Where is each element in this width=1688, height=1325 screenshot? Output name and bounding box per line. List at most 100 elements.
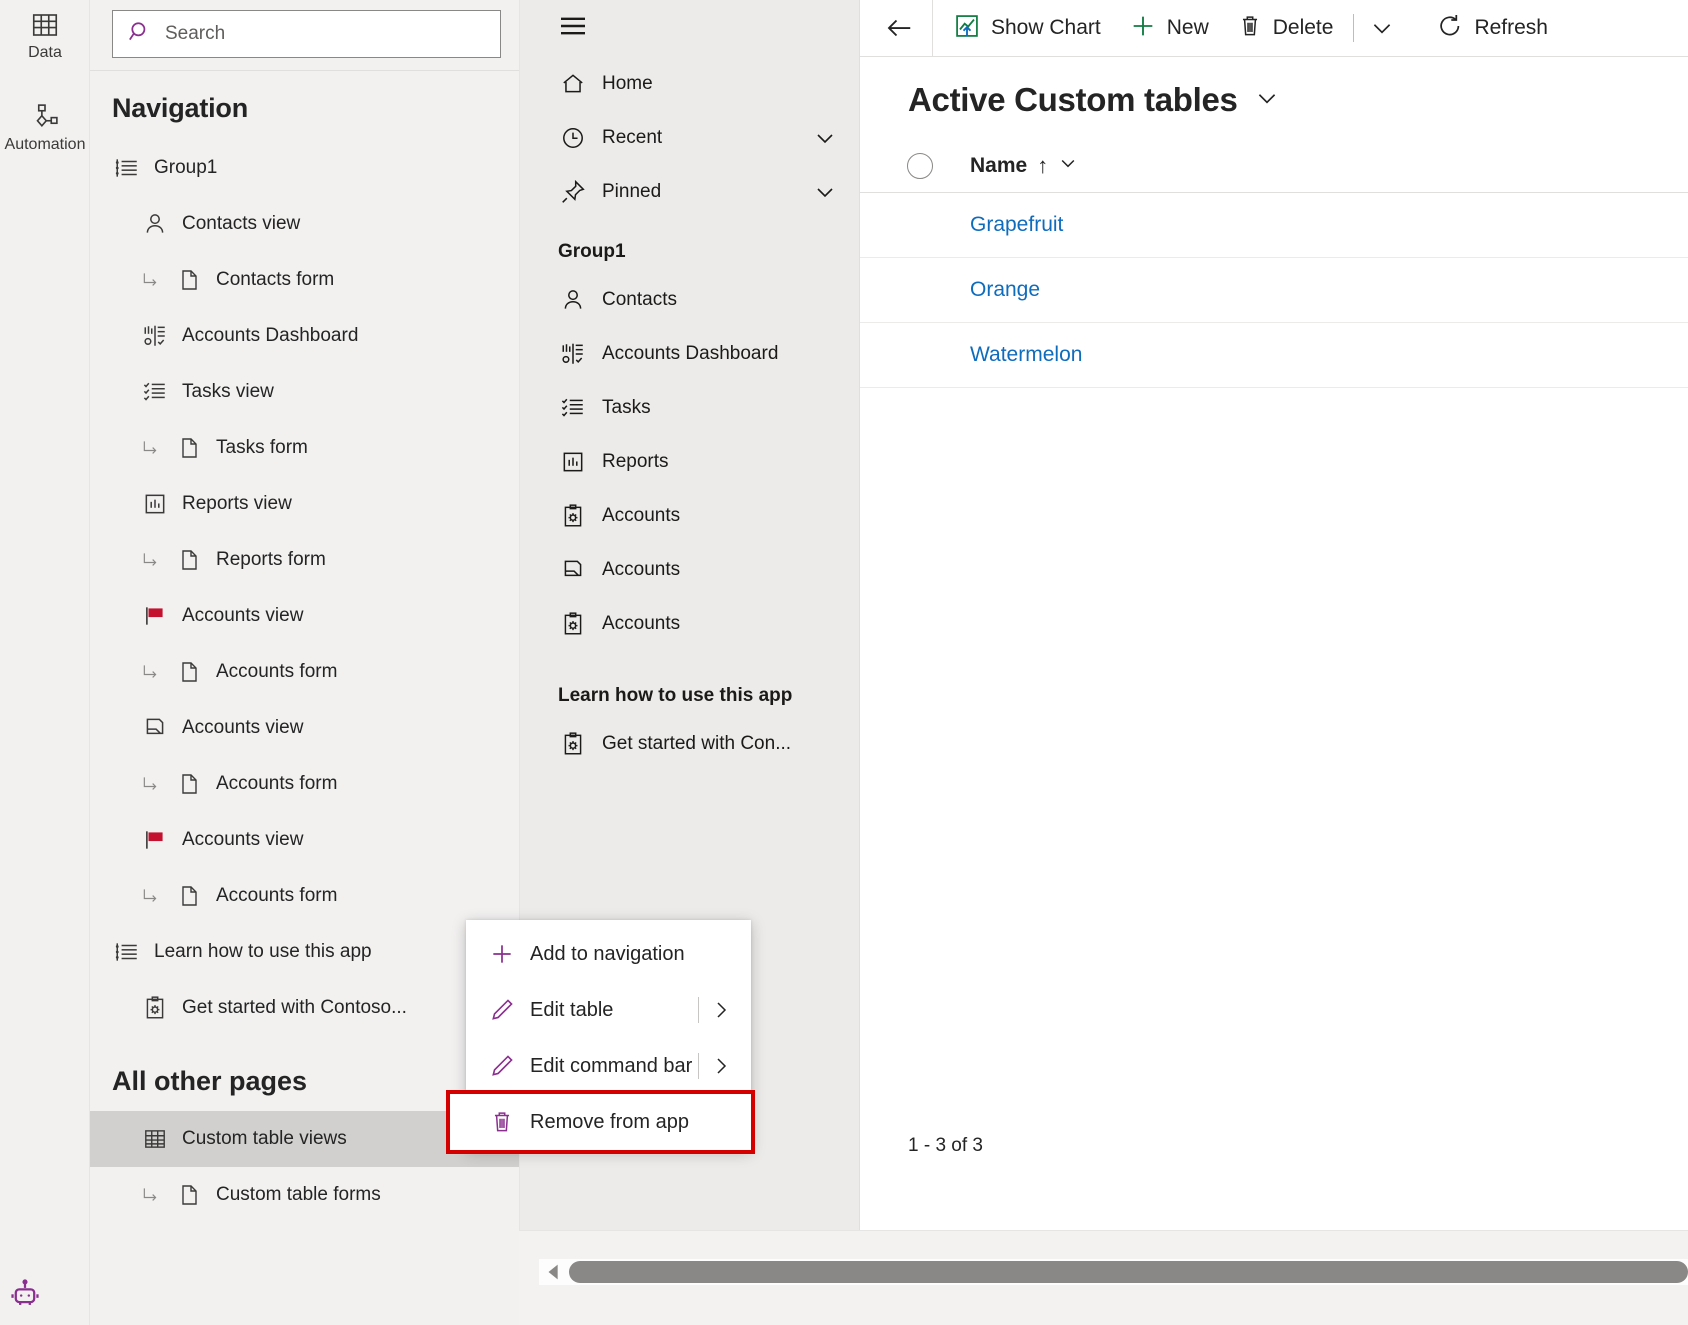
nav-item-accounts-view-1[interactable]: Accounts view (90, 588, 519, 644)
trash-icon (1237, 13, 1263, 44)
child-arrow-icon (140, 550, 162, 570)
scroll-left-arrow-icon[interactable] (539, 1259, 569, 1285)
nav-item-label: Accounts view (182, 605, 304, 626)
child-arrow-icon (140, 662, 162, 682)
chevron-down-icon[interactable] (813, 126, 837, 150)
nav-item-label: Custom table forms (216, 1184, 381, 1205)
preview-item-contacts[interactable]: Contacts (530, 273, 859, 327)
select-all-circle[interactable] (907, 152, 933, 179)
nav-item-tasks-form[interactable]: Tasks form (90, 420, 519, 476)
nav-item-contacts-view[interactable]: Contacts view (90, 196, 519, 252)
nav-item-accounts-form-2[interactable]: Accounts form (90, 756, 519, 812)
rail-item-data[interactable]: Data (0, 0, 90, 62)
context-menu-item-edit-command-bar[interactable]: Edit command bar (466, 1038, 751, 1094)
trash-icon (488, 1109, 516, 1135)
overflow-chevron-down-icon[interactable] (1360, 6, 1404, 50)
context-menu-item-edit-table[interactable]: Edit table (466, 982, 751, 1038)
red-flag-icon (140, 603, 170, 629)
nav-item-group1[interactable]: Group1 (90, 140, 519, 196)
delete-button[interactable]: Delete (1223, 6, 1348, 50)
preview-item-tasks[interactable]: Tasks (530, 381, 859, 435)
chevron-down-icon[interactable] (1254, 85, 1280, 116)
nav-item-accounts-form-3[interactable]: Accounts form (90, 868, 519, 924)
nav-item-label: Accounts form (216, 773, 338, 794)
copilot-robot-icon[interactable] (8, 1278, 42, 1317)
preview-item-label: Get started with Con... (602, 733, 792, 754)
chevron-down-icon[interactable] (1058, 153, 1078, 179)
preview-item-accounts-3[interactable]: Accounts (530, 597, 859, 651)
home-icon (558, 71, 588, 97)
back-arrow-icon[interactable] (870, 6, 928, 50)
preview-item-label: Home (602, 73, 653, 94)
record-name-link[interactable]: Grapefruit (970, 213, 1063, 237)
clipboard-gear-icon (140, 995, 170, 1021)
preview-item-recent[interactable]: Recent (530, 111, 859, 165)
submenu-divider (698, 1053, 699, 1079)
preview-item-reports[interactable]: Reports (530, 435, 859, 489)
nav-item-accounts-view-2[interactable]: Accounts view (90, 700, 519, 756)
report-chart-icon (558, 449, 588, 475)
preview-item-accounts-2[interactable]: Accounts (530, 543, 859, 597)
refresh-button[interactable]: Refresh (1422, 6, 1562, 50)
red-flag-icon (140, 827, 170, 853)
column-header-name[interactable]: Name ↑ (970, 153, 1078, 179)
new-label: New (1166, 16, 1209, 39)
chevron-right-icon[interactable] (709, 1054, 733, 1078)
nav-item-label: Accounts form (216, 661, 338, 682)
view-selector[interactable]: Active Custom tables (860, 57, 1688, 139)
horizontal-scrollbar-thumb[interactable] (569, 1261, 1688, 1283)
form-page-icon (174, 884, 204, 908)
record-name-link[interactable]: Orange (970, 278, 1040, 302)
nav-item-accounts-dashboard[interactable]: Accounts Dashboard (90, 308, 519, 364)
hamburger-icon[interactable] (530, 0, 859, 43)
preview-item-home[interactable]: Home (530, 57, 859, 111)
table-row[interactable]: Grapefruit (860, 193, 1688, 258)
nav-item-accounts-view-3[interactable]: Accounts view (90, 812, 519, 868)
search-input[interactable]: Search (112, 10, 501, 58)
show-chart-label: Show Chart (991, 16, 1101, 39)
chevron-right-icon[interactable] (709, 998, 733, 1022)
new-button[interactable]: New (1115, 6, 1223, 50)
preview-item-get-started[interactable]: Get started with Con... (530, 717, 859, 771)
app-root: Data Automation Search Navigation Group1… (0, 0, 1688, 1325)
preview-item-accounts-dashboard[interactable]: Accounts Dashboard (530, 327, 859, 381)
flow-icon (30, 102, 60, 132)
refresh-label: Refresh (1474, 16, 1548, 39)
nav-item-reports-view[interactable]: Reports view (90, 476, 519, 532)
table-row[interactable]: Orange (860, 258, 1688, 323)
show-chart-button[interactable]: Show Chart (939, 6, 1115, 50)
chevron-down-icon[interactable] (813, 180, 837, 204)
nav-item-label: Accounts form (216, 885, 338, 906)
context-menu-item-add-to-navigation[interactable]: Add to navigation (466, 926, 751, 982)
view-title: Active Custom tables (908, 81, 1238, 118)
table-row[interactable]: Watermelon (860, 323, 1688, 388)
clipboard-gear-icon (558, 503, 588, 529)
context-menu-item-remove-from-app[interactable]: Remove from app (446, 1090, 755, 1154)
nav-item-tasks-view[interactable]: Tasks view (90, 364, 519, 420)
preview-item-label: Recent (602, 127, 663, 148)
nav-item-custom-table-forms[interactable]: Custom table forms (90, 1167, 519, 1223)
context-menu-item-label: Edit command bar (530, 1054, 693, 1077)
child-arrow-icon (140, 1185, 162, 1205)
nav-item-learn-group[interactable]: Learn how to use this app (90, 924, 519, 980)
chart-icon (953, 12, 981, 45)
nav-item-label: Reports view (182, 493, 292, 514)
child-arrow-icon (140, 886, 162, 906)
preview-item-pinned[interactable]: Pinned (530, 165, 859, 219)
nav-item-contacts-form[interactable]: Contacts form (90, 252, 519, 308)
rail-item-automation[interactable]: Automation (0, 92, 90, 154)
nav-item-accounts-form-1[interactable]: Accounts form (90, 644, 519, 700)
page-title: Navigation (112, 93, 249, 123)
nav-item-label: Accounts Dashboard (182, 325, 359, 346)
child-arrow-icon (140, 774, 162, 794)
record-name-link[interactable]: Watermelon (970, 343, 1082, 367)
nav-item-get-started[interactable]: Get started with Contoso... (90, 980, 519, 1036)
command-bar-separator (932, 0, 933, 57)
horizontal-scrollbar[interactable] (539, 1259, 1688, 1285)
preview-item-accounts-1[interactable]: Accounts (530, 489, 859, 543)
search-icon (127, 19, 153, 50)
nav-item-reports-form[interactable]: Reports form (90, 532, 519, 588)
submenu-divider (698, 997, 699, 1023)
plus-icon (488, 941, 516, 967)
context-menu-item-label: Edit table (530, 998, 614, 1021)
